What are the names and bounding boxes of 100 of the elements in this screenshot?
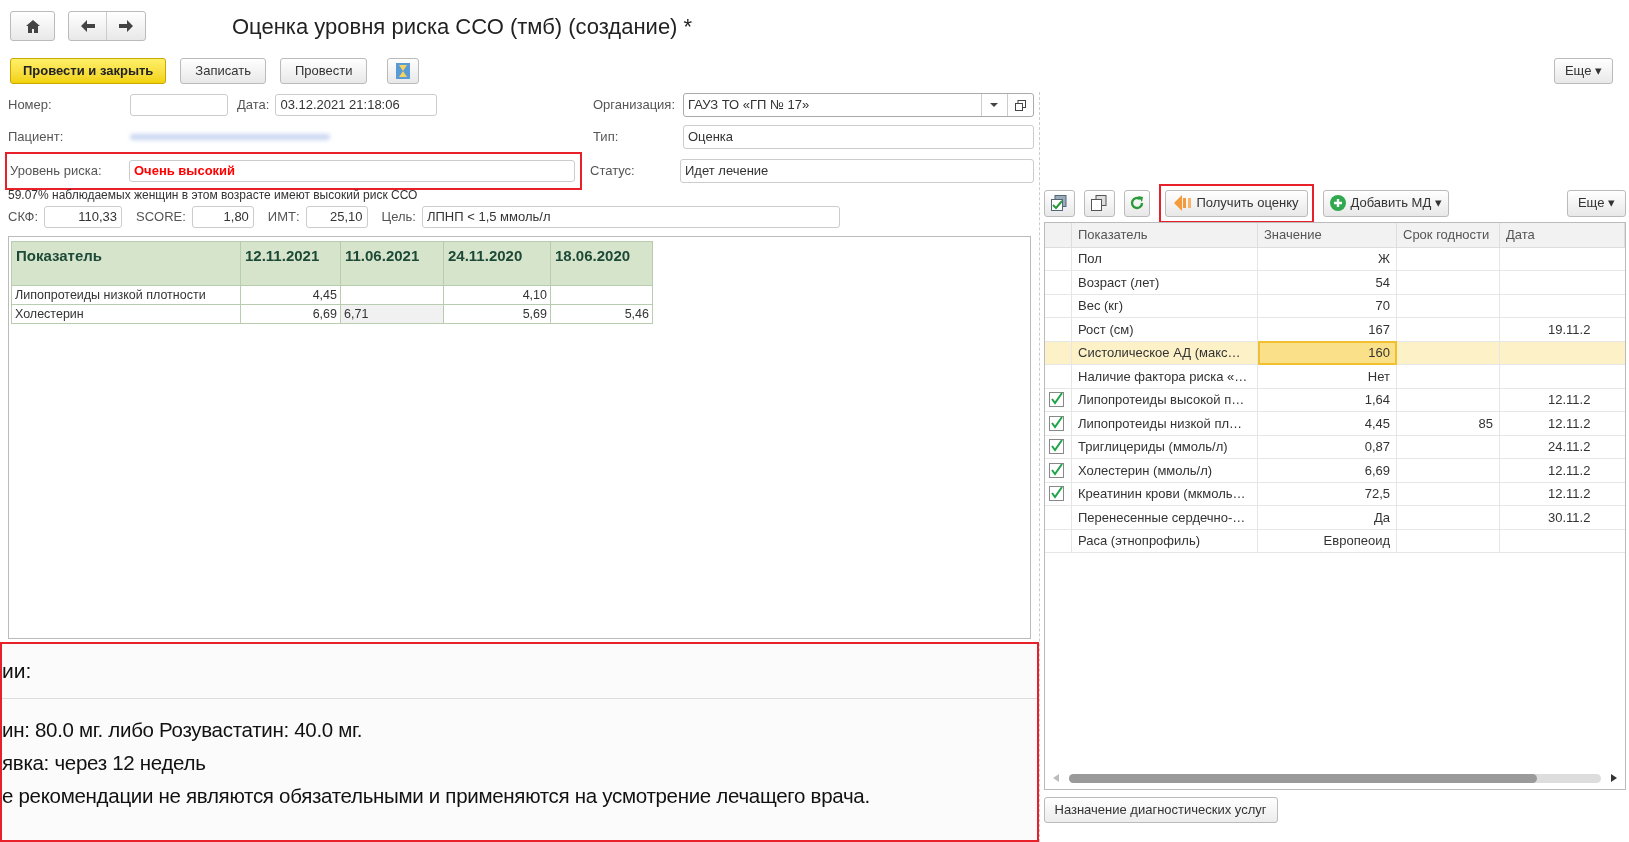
checkbox[interactable] (1048, 462, 1064, 478)
table-cell: 54 (1257, 270, 1397, 294)
diagnostic-services-button[interactable]: Назначение диагностических услуг (1043, 797, 1278, 823)
table-cell: 12.11.2 (1499, 482, 1625, 506)
field-label: Дата: (237, 96, 270, 115)
column-header: 18.06.2020 (550, 241, 653, 286)
horizontal-scrollbar[interactable] (1068, 773, 1601, 783)
risk-note: 59.07% наблюдаемых женщин в этом возрасте имеют высокий риск ССО (7, 187, 419, 204)
field-label: Организация: (593, 96, 677, 115)
home-button[interactable] (10, 11, 55, 41)
table-row[interactable]: Пол Ж (1044, 247, 1625, 271)
table-cell: 12.11.2 (1499, 411, 1625, 435)
table-cell: Холестерин (11, 304, 241, 324)
table-cell: Систолическое АД (макс… (1071, 341, 1258, 365)
get-estimate-button[interactable]: Получить оценку (1164, 189, 1308, 217)
input-field[interactable]: Очень высокий (129, 160, 575, 182)
table-cell: Раса (этнопрофиль) (1071, 529, 1258, 553)
select-field[interactable]: ГАУЗ ТО «ГП № 17» (683, 93, 1034, 117)
checkbox[interactable] (1048, 486, 1064, 502)
table-cell: Липопротеиды высокой п… (1071, 388, 1258, 412)
table-cell: 4,45 (1257, 411, 1397, 435)
table-cell: 70 (1257, 294, 1397, 318)
recommendation-line: ин: 80.0 мг. либо Розувастатин: 40.0 мг. (2, 717, 364, 743)
column-header: Показатель (1071, 223, 1258, 247)
table-cell: Холестерин (ммоль/л) (1071, 458, 1258, 482)
table-cell: Липопротеиды низкой пл… (1071, 411, 1258, 435)
add-button[interactable]: Добавить МД ▾ (1322, 189, 1449, 217)
post-and-close-button[interactable]: Провести и закрыть (10, 58, 167, 84)
scroll-left-icon[interactable] (1052, 774, 1059, 782)
table-cell: 12.11.2 (1499, 388, 1625, 412)
back-arrow-icon (80, 20, 95, 32)
copy-icon (1091, 195, 1107, 211)
table-cell: Пол (1071, 247, 1258, 271)
table-cell: 0,87 (1257, 435, 1397, 459)
recommendation-line: явка: через 12 недель (2, 750, 207, 776)
table-row[interactable]: Креатинин крови (мкмоль… 72,5 12.11.2 (1044, 482, 1625, 506)
table-row[interactable]: Наличие фактора риска «… Нет (1044, 364, 1625, 388)
input-field[interactable]: 25,10 (305, 206, 368, 228)
more-button[interactable]: Еще ▾ (1566, 189, 1626, 217)
check-all-button[interactable] (1043, 189, 1075, 217)
table-cell: 4,45 (240, 285, 341, 305)
table-row[interactable]: Холестерин (ммоль/л) 6,69 12.11.2 (1044, 458, 1625, 482)
checkbox[interactable] (1048, 392, 1064, 408)
arrow-left-icon (1173, 195, 1192, 211)
table-cell: 6,69 (240, 304, 341, 324)
table-cell: Ж (1257, 247, 1397, 271)
checkbox[interactable] (1048, 439, 1064, 455)
table-cell: Вес (кг) (1071, 294, 1258, 318)
table-cell: Триглицериды (ммоль/л) (1071, 435, 1258, 459)
field-label: Цель: (381, 208, 416, 227)
column-header: 11.06.2021 (340, 241, 444, 286)
toolbar-button[interactable]: Провести (279, 58, 368, 84)
table-row[interactable]: Триглицериды (ммоль/л) 0,87 24.11.2 (1044, 435, 1625, 459)
table-cell: 30.11.2 (1499, 505, 1625, 529)
table-row[interactable]: Перенесенные сердечно-… Да 30.11.2 (1044, 505, 1625, 529)
field-label: SCORE: (136, 208, 186, 227)
checkbox[interactable] (1048, 415, 1064, 431)
report-button[interactable] (387, 58, 420, 84)
dropdown-caret-icon[interactable] (990, 103, 998, 107)
checkboxes-icon (1051, 195, 1067, 211)
refresh-icon (1128, 195, 1145, 211)
table-cell: 1,64 (1257, 388, 1397, 412)
column-header: 12.11.2021 (240, 241, 341, 286)
table-row[interactable]: Раса (этнопрофиль) Европеоид (1044, 529, 1625, 553)
more-button[interactable]: Еще ▾ (1553, 58, 1613, 84)
column-header: Значение (1257, 223, 1397, 247)
recommendation-line: е рекомендации не являются обязательными и применяются на усмотрение лечащего врача. (2, 783, 871, 809)
input-field[interactable]: Оценка (683, 125, 1034, 149)
toolbar-button[interactable]: Записать (180, 58, 266, 84)
table-row[interactable]: Вес (кг) 70 (1044, 294, 1625, 318)
column-header: Дата (1499, 223, 1625, 247)
scroll-right-icon[interactable] (1611, 774, 1617, 782)
open-window-icon[interactable] (1014, 99, 1026, 111)
refresh-button[interactable] (1123, 189, 1150, 217)
table-cell: 4,10 (443, 285, 551, 305)
table-row[interactable]: Возраст (лет) 54 (1044, 270, 1625, 294)
table-cell: Перенесенные сердечно-… (1071, 505, 1258, 529)
table-row[interactable]: Систолическое АД (макс… 160 (1044, 341, 1625, 365)
field-label: Статус: (590, 162, 636, 181)
input-field[interactable]: ЛПНП < 1,5 ммоль/л (422, 206, 840, 228)
home-icon (25, 19, 40, 33)
input-field[interactable]: 110,33 (44, 206, 122, 228)
column-header: Срок годности (1396, 223, 1500, 247)
field-label: Номер: (8, 96, 53, 115)
table-cell: 5,69 (443, 304, 551, 324)
input-field[interactable]: 1,80 (191, 206, 254, 228)
column-header: Показатель (11, 241, 241, 286)
table-row[interactable]: Липопротеиды низкой пл… 4,45 85 12.11.2 (1044, 411, 1625, 435)
table-cell: Липопротеиды низкой плотности (11, 285, 241, 305)
input-field[interactable]: Идет лечение (680, 159, 1034, 183)
table-cell: Рост (см) (1071, 317, 1258, 341)
table-cell: Возраст (лет) (1071, 270, 1258, 294)
input-field[interactable]: 03.12.2021 21:18:06 (275, 94, 438, 116)
table-row[interactable]: Липопротеиды высокой п… 1,64 12.11.2 (1044, 388, 1625, 412)
copy-button[interactable] (1083, 189, 1115, 217)
input-field[interactable] (130, 94, 228, 116)
table-cell: Нет (1257, 364, 1397, 388)
column-header: 24.11.2020 (443, 241, 551, 286)
table-cell: Наличие фактора риска «… (1071, 364, 1258, 388)
field-label: Уровень риска: (10, 162, 103, 181)
